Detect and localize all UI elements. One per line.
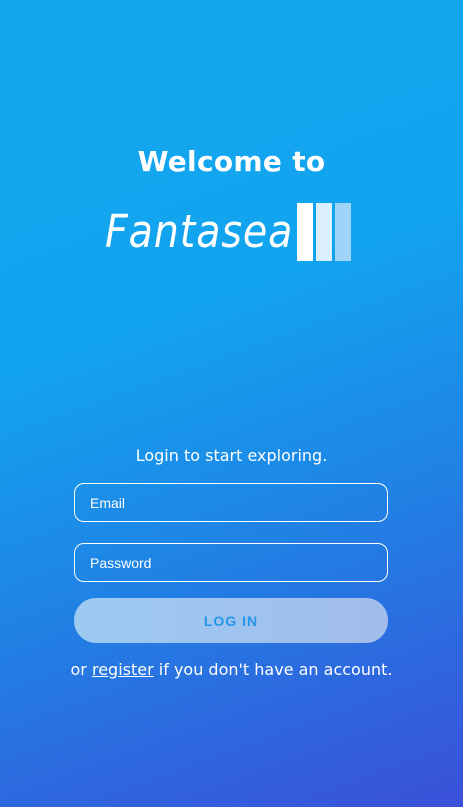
login-tagline: Login to start exploring. [135, 446, 328, 465]
logo-bar [316, 203, 332, 261]
app-logo: Fantasea [105, 202, 351, 262]
register-link[interactable]: register [92, 660, 154, 679]
welcome-heading: Welcome to [137, 145, 326, 178]
password-field[interactable] [74, 543, 388, 582]
logo-wordmark: Fantasea [105, 205, 294, 258]
login-button[interactable]: LOG IN [74, 598, 388, 643]
logo-bar [297, 203, 313, 261]
register-prefix: or [70, 660, 87, 679]
email-field[interactable] [74, 483, 388, 522]
logo-bar [335, 203, 351, 261]
register-suffix: if you don't have an account. [158, 660, 393, 679]
register-prompt: or register if you don't have an account… [0, 660, 463, 679]
logo-bars-icon [297, 203, 353, 261]
